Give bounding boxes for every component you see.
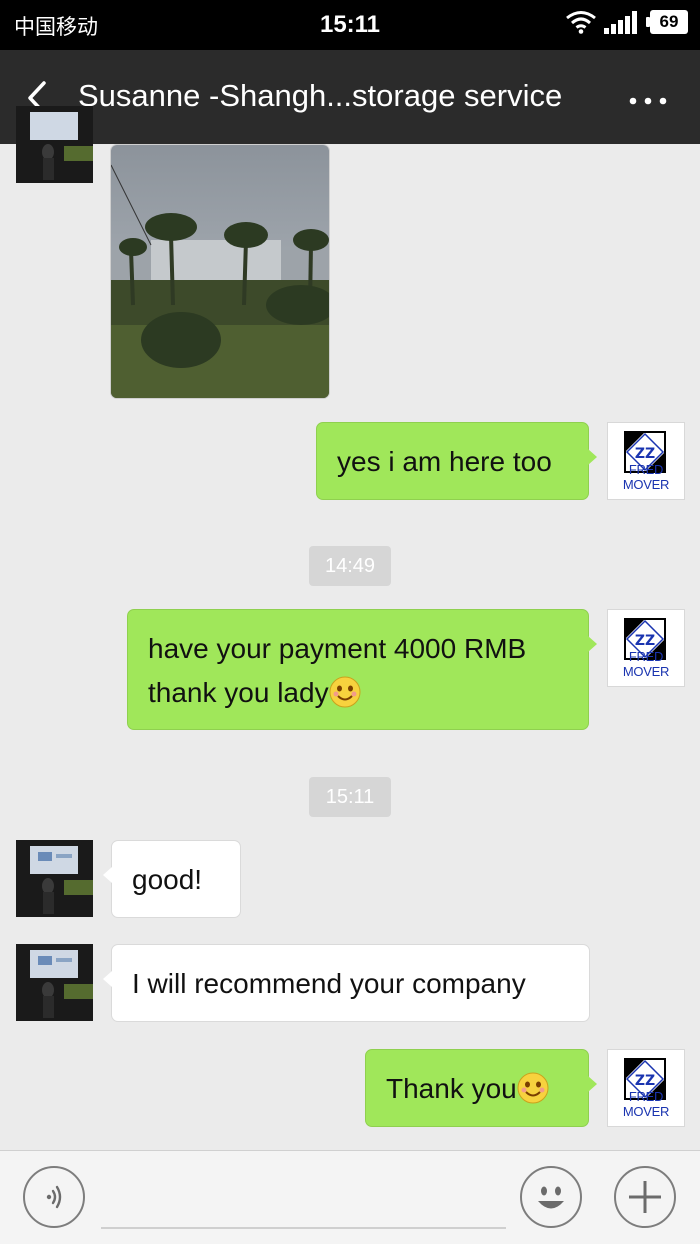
chat-title: Susanne -Shangh...storage service xyxy=(78,78,563,113)
status-bar: 中国移动 15:11 69 xyxy=(0,0,700,50)
message-input[interactable] xyxy=(101,1227,506,1229)
wifi-icon xyxy=(566,10,596,34)
more-button[interactable] xyxy=(628,93,668,105)
my-avatar[interactable]: ZZ FRED MOVER xyxy=(607,422,685,500)
svg-text:ZZ: ZZ xyxy=(635,633,655,649)
message-bubble-outgoing[interactable]: Thank you xyxy=(365,1049,597,1127)
contact-avatar[interactable] xyxy=(16,840,93,917)
svg-text:ZZ: ZZ xyxy=(635,446,655,462)
smile-emoji-icon xyxy=(517,1072,549,1104)
contact-avatar[interactable] xyxy=(16,944,93,1021)
my-avatar-label: FRED MOVER xyxy=(622,1089,670,1119)
message-bubble-incoming[interactable]: I will recommend your company xyxy=(103,944,590,1022)
message-text: good! xyxy=(132,864,203,895)
more-actions-button[interactable] xyxy=(614,1166,676,1228)
my-avatar-label: FRED MOVER xyxy=(622,649,670,679)
contact-avatar[interactable] xyxy=(16,106,93,183)
chat-header: Susanne -Shangh...storage service xyxy=(0,50,700,144)
plus-icon xyxy=(629,1181,661,1213)
timestamp: 14:49 xyxy=(309,546,391,586)
more-dots-icon xyxy=(629,97,667,105)
message-bubble-outgoing[interactable]: yes i am here too xyxy=(316,422,597,500)
my-avatar[interactable]: ZZ FRED MOVER xyxy=(607,1049,685,1127)
voice-button[interactable] xyxy=(23,1166,85,1228)
message-text: I will recommend your company xyxy=(132,968,526,999)
smile-emoji-icon xyxy=(329,676,361,708)
svg-text:ZZ: ZZ xyxy=(635,1073,655,1089)
timestamp: 15:11 xyxy=(309,777,391,817)
message-text-line2: thank you lady xyxy=(148,671,568,715)
status-icons: 69 xyxy=(566,10,688,34)
message-text: Thank you xyxy=(386,1073,517,1104)
message-text: have your payment 4000 RMB xyxy=(148,633,527,664)
photo-message[interactable] xyxy=(110,144,330,399)
my-avatar[interactable]: ZZ FRED MOVER xyxy=(607,609,685,687)
emoji-face-icon xyxy=(538,1186,564,1209)
emoji-button[interactable] xyxy=(520,1166,582,1228)
voice-icon xyxy=(46,1185,62,1209)
input-bar xyxy=(0,1150,700,1244)
message-bubble-outgoing[interactable]: have your payment 4000 RMB thank you lad… xyxy=(127,609,597,730)
message-bubble-incoming[interactable]: good! xyxy=(103,840,241,918)
signal-icon xyxy=(604,10,640,34)
my-avatar-label: FRED MOVER xyxy=(622,462,670,492)
message-text: yes i am here too xyxy=(337,446,552,477)
battery-icon: 69 xyxy=(646,10,688,34)
